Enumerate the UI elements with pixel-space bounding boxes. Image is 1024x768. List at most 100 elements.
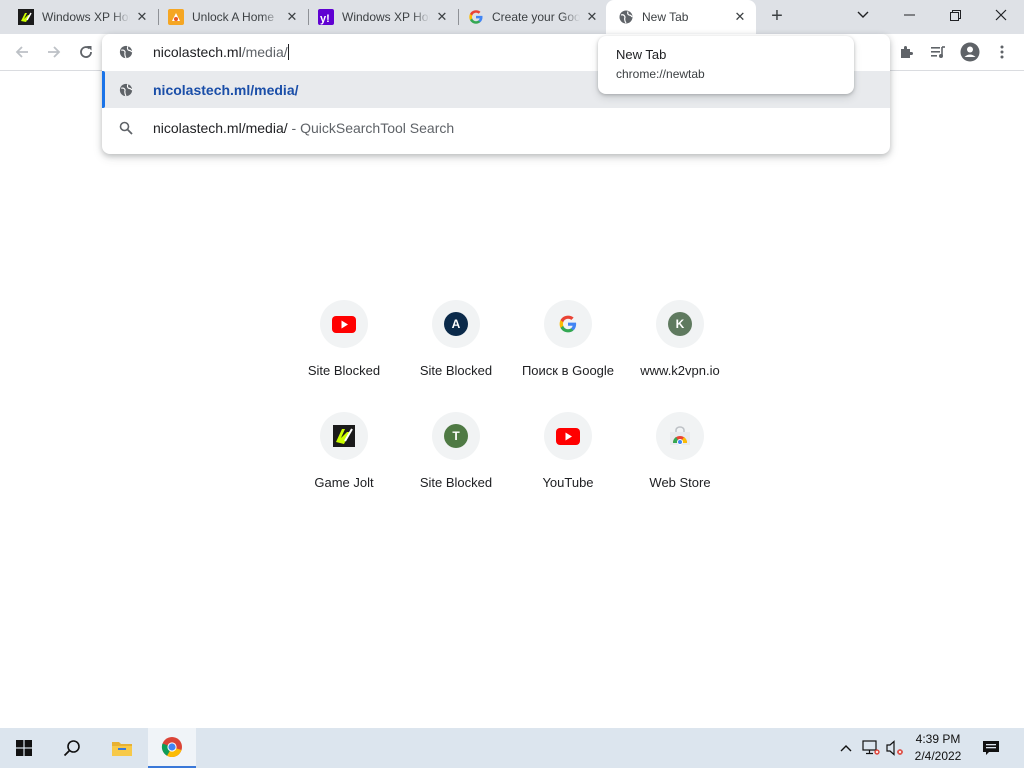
shortcut-label: Поиск в Google — [521, 363, 615, 378]
tab-search-button[interactable] — [840, 0, 886, 30]
windows-logo-icon — [16, 740, 32, 756]
yahoo-icon: y! — [318, 9, 334, 25]
restore-button[interactable] — [932, 0, 978, 30]
close-icon — [995, 9, 1007, 21]
clock-date: 2/4/2022 — [914, 749, 962, 763]
shortcut-tile[interactable]: Web Store — [624, 412, 736, 524]
shortcut-icon-circle: A — [432, 300, 480, 348]
suggestion-text: nicolastech.ml/media/ — [153, 82, 299, 98]
tab-unlock-a-home[interactable]: Unlock A Home ✕ — [150, 0, 308, 34]
webstore-icon — [670, 426, 690, 445]
youtube-icon — [556, 427, 580, 445]
action-center-icon — [983, 741, 999, 755]
shortcut-icon-circle: K — [656, 300, 704, 348]
close-window-button[interactable] — [978, 0, 1024, 30]
globe-icon — [118, 82, 134, 98]
tab-create-your-google[interactable]: Create your Google ✕ — [450, 0, 608, 34]
shortcut-tile[interactable]: T Site Blocked — [400, 412, 512, 524]
tab-title: New Tab — [642, 10, 689, 24]
shortcut-label: Site Blocked — [419, 363, 493, 378]
tab-close-icon[interactable]: ✕ — [584, 9, 600, 25]
omnibox-suggestion[interactable]: nicolastech.ml/media/ - QuickSearchTool … — [102, 109, 890, 146]
chrome-taskbar-button[interactable] — [148, 728, 196, 768]
clock-time: 4:39 PM — [915, 732, 961, 746]
shortcut-icon-circle — [320, 412, 368, 460]
minimize-button[interactable] — [886, 0, 932, 30]
arrow-left-icon — [15, 46, 28, 58]
shortcut-tile[interactable]: K www.k2vpn.io — [624, 300, 736, 412]
restore-icon — [949, 9, 961, 21]
tab-close-icon[interactable]: ✕ — [134, 9, 150, 25]
extensions-button[interactable] — [894, 40, 918, 64]
taskbar-search-button[interactable] — [48, 728, 96, 768]
hover-card-url: chrome://newtab — [616, 67, 705, 81]
globe-icon — [118, 44, 134, 60]
taskbar-clock[interactable]: 4:39 PM 2/4/2022 — [902, 731, 974, 765]
shortcut-tile[interactable]: Site Blocked — [288, 300, 400, 412]
profile-button[interactable] — [958, 40, 982, 64]
network-tray-button[interactable] — [860, 728, 882, 768]
shortcut-tile[interactable]: A Site Blocked — [400, 300, 512, 412]
address-host: nicolastech.ml — [153, 44, 242, 60]
suggestion-engine: - QuickSearchTool Search — [287, 120, 455, 136]
tab-new-tab[interactable]: New Tab ✕ — [606, 0, 756, 34]
suggestion-query: nicolastech.ml/media/ — [153, 120, 288, 136]
letter-t-icon: T — [444, 424, 468, 448]
reload-button[interactable] — [72, 38, 100, 66]
address-path: /media/ — [241, 44, 288, 60]
gamejolt-icon — [333, 425, 355, 447]
shortcut-label: Site Blocked — [419, 475, 493, 490]
shortcut-tile[interactable]: Поиск в Google — [512, 300, 624, 412]
shortcut-icon-circle — [656, 412, 704, 460]
shortcut-tile[interactable]: YouTube — [512, 412, 624, 524]
queue-music-icon — [931, 46, 945, 58]
shortcut-tile[interactable]: Game Jolt — [288, 412, 400, 524]
folder-icon — [112, 742, 132, 756]
letter-k-icon: K — [668, 312, 692, 336]
address-input[interactable]: nicolastech.ml/media/ — [153, 44, 289, 60]
forward-button[interactable] — [40, 38, 68, 66]
start-button[interactable] — [0, 728, 48, 768]
back-button[interactable] — [8, 38, 36, 66]
tab-title: Create your Google — [492, 10, 580, 24]
shortcut-icon-circle — [544, 300, 592, 348]
tab-windows-xp-home-2[interactable]: y! Windows XP Home ✕ — [300, 0, 458, 34]
shortcut-label: www.k2vpn.io — [640, 363, 720, 378]
show-hidden-icons-button[interactable] — [836, 728, 856, 768]
tab-windows-xp-home-1[interactable]: Windows XP Home ✕ — [0, 0, 158, 34]
avatar-icon — [960, 42, 980, 62]
tab-close-icon[interactable]: ✕ — [434, 9, 450, 25]
menu-button[interactable] — [990, 40, 1014, 64]
tab-title: Windows XP Home — [342, 10, 430, 24]
tab-title: Windows XP Home — [42, 10, 130, 24]
windows-taskbar: 4:39 PM 2/4/2022 — [0, 728, 1024, 768]
tab-close-icon[interactable]: ✕ — [732, 9, 748, 25]
shortcut-label: Web Store — [649, 475, 711, 490]
shortcut-label: Game Jolt — [314, 475, 374, 490]
puzzle-icon — [901, 46, 913, 58]
globe-icon — [618, 9, 634, 25]
chevron-down-icon — [857, 11, 869, 18]
shortcut-icon-circle: T — [432, 412, 480, 460]
google-icon — [468, 9, 484, 25]
google-icon — [559, 315, 577, 333]
tab-title: Unlock A Home — [192, 10, 275, 24]
new-tab-button[interactable]: + — [765, 5, 789, 29]
notifications-button[interactable] — [978, 728, 1004, 768]
tab-strip: Windows XP Home ✕ Unlock A Home ✕ y! Win… — [0, 0, 1024, 34]
chevron-up-icon — [840, 745, 852, 752]
gamejolt-icon — [18, 9, 34, 25]
letter-a-icon: A — [444, 312, 468, 336]
media-controls-button[interactable] — [926, 40, 950, 64]
shortcut-icon-circle — [544, 412, 592, 460]
reload-icon — [80, 46, 92, 58]
svg-text:y!: y! — [320, 13, 330, 25]
shortcut-icon-circle — [320, 300, 368, 348]
network-icon — [862, 740, 880, 755]
search-icon — [63, 740, 80, 757]
arrow-right-icon — [48, 46, 61, 58]
tab-close-icon[interactable]: ✕ — [284, 9, 300, 25]
shortcut-label: Site Blocked — [307, 363, 381, 378]
file-explorer-button[interactable] — [98, 728, 146, 768]
more-vert-icon — [1000, 45, 1004, 59]
